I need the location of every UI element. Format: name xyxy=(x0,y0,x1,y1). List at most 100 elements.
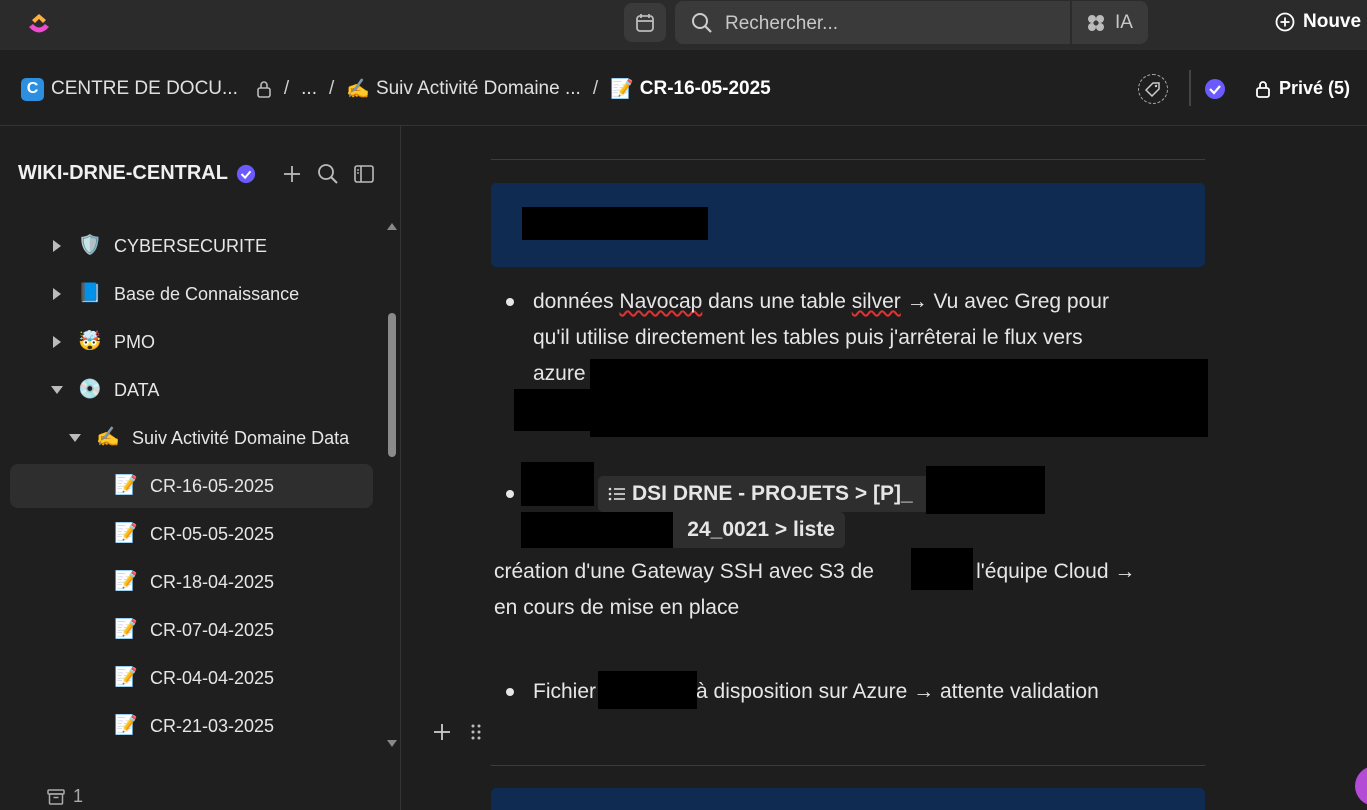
redacted-block xyxy=(590,359,1208,437)
archive-count: 1 xyxy=(73,786,84,806)
sidebar-item-cr-07-04-2025[interactable]: 📝 CR-07-04-2025 xyxy=(0,608,380,652)
book-icon: 📘 xyxy=(78,283,102,304)
paragraph[interactable]: création d'une Gateway SSH avec S3 de par… xyxy=(494,554,1135,590)
sidebar-item-label: CR-07-04-2025 xyxy=(150,619,275,640)
breadcrumb-parent-emoji: ✍️ xyxy=(346,79,370,100)
redacted-block xyxy=(598,671,697,709)
breadcrumb-parent[interactable]: Suiv Activité Domaine ... xyxy=(376,78,581,100)
divider xyxy=(491,765,1205,766)
memo-icon: 📝 xyxy=(114,715,138,736)
redacted-block xyxy=(522,207,708,240)
privacy-label: Privé (5) xyxy=(1279,78,1351,98)
tag-button[interactable] xyxy=(1138,74,1168,104)
sidebar-item-cr-21-03-2025[interactable]: 📝 CR-21-03-2025 xyxy=(0,704,380,748)
redacted-block xyxy=(514,389,594,431)
drag-handle-icon[interactable] xyxy=(470,723,482,741)
ai-button[interactable]: IA xyxy=(1085,12,1133,34)
search-icon xyxy=(692,13,712,33)
add-block-icon[interactable] xyxy=(432,722,452,742)
breadcrumb-separator: / xyxy=(328,78,335,99)
breadcrumb-ellipsis[interactable]: ... xyxy=(301,78,317,100)
privacy-button[interactable]: Privé (5) xyxy=(1255,78,1350,99)
heading-banner[interactable] xyxy=(491,788,1205,810)
bullet-marker xyxy=(506,298,514,306)
verified-badge-icon[interactable] xyxy=(1204,78,1226,105)
sidebar-item-base-de-connaissance[interactable]: 📘 Base de Connaissance xyxy=(0,272,380,316)
text-run: à disposition sur Azure → attente valida… xyxy=(696,680,1099,703)
sidebar-item-cr-04-04-2025[interactable]: 📝 CR-04-04-2025 xyxy=(0,656,380,700)
scroll-down-icon[interactable] xyxy=(387,740,397,747)
text-run: dans une table xyxy=(702,290,852,313)
sidebar-title[interactable]: WIKI-DRNE-CENTRAL xyxy=(18,162,228,185)
block-tools xyxy=(432,722,482,742)
sidebar-tools xyxy=(281,163,375,185)
sidebar-item-suiv-activite[interactable]: ✍️ Suiv Activité Domaine Data xyxy=(0,416,380,460)
divider xyxy=(491,159,1205,160)
breadcrumb-bar: C CENTRE DE DOCU... / ... / ✍️ Suiv Acti… xyxy=(0,50,1367,126)
search-placeholder[interactable]: Rechercher... xyxy=(725,13,838,35)
sidebar-item-label: DATA xyxy=(114,379,160,400)
memo-icon: 📝 xyxy=(114,571,138,592)
verified-badge-icon xyxy=(236,164,256,183)
clickup-logo-icon[interactable] xyxy=(26,10,52,36)
list-item[interactable]: données Navocap dans une table silver → … xyxy=(533,284,1109,320)
chevron-down-icon[interactable] xyxy=(51,386,63,394)
divider xyxy=(1070,1,1072,44)
exploding-head-icon: 🤯 xyxy=(78,331,102,352)
search-bar[interactable]: Rechercher... IA xyxy=(675,1,1148,44)
chevron-right-icon[interactable] xyxy=(53,288,61,300)
breadcrumb-separator: / xyxy=(592,78,599,99)
chevron-right-icon[interactable] xyxy=(53,336,61,348)
search-icon[interactable] xyxy=(317,163,339,185)
sidebar-item-cybersecurite[interactable]: 🛡️ CYBERSECURITE xyxy=(0,224,380,268)
calendar-button[interactable] xyxy=(624,3,666,42)
archive-icon xyxy=(47,788,65,805)
sidebar-item-label: Base de Connaissance xyxy=(114,283,300,304)
sidebar-item-cr-18-04-2025[interactable]: 📝 CR-18-04-2025 xyxy=(0,560,380,604)
memo-icon: 📝 xyxy=(114,667,138,688)
sidebar-header: WIKI-DRNE-CENTRAL xyxy=(18,162,256,185)
plus-circle-icon xyxy=(1275,12,1295,32)
breadcrumb-space[interactable]: CENTRE DE DOCU... xyxy=(51,78,238,100)
new-label: Nouve xyxy=(1303,11,1362,32)
divider xyxy=(1189,70,1191,106)
sidebar-item-label: CR-18-04-2025 xyxy=(150,571,275,592)
scrollbar-thumb[interactable] xyxy=(388,313,396,457)
list-icon xyxy=(608,487,625,501)
space-badge-icon: C xyxy=(21,77,44,101)
breadcrumb-current[interactable]: CR-16-05-2025 xyxy=(640,78,771,100)
bullet-marker xyxy=(506,688,514,696)
sidebar-toggle-icon[interactable] xyxy=(353,163,375,185)
misspelled-word[interactable]: Navocap xyxy=(619,290,702,313)
text-run: données xyxy=(533,290,620,313)
scroll-up-icon[interactable] xyxy=(387,223,397,230)
chevron-down-icon[interactable] xyxy=(69,434,81,442)
sidebar-scrollbar[interactable] xyxy=(386,220,398,750)
sidebar-item-pmo[interactable]: 🤯 PMO xyxy=(0,320,380,364)
sidebar-item-cr-16-05-2025[interactable]: 📝 CR-16-05-2025 xyxy=(10,464,373,508)
sidebar-item-label: CR-05-05-2025 xyxy=(150,523,275,544)
task-link-chip[interactable]: DSI DRNE - PROJETS > [P]_ xyxy=(598,476,933,512)
sidebar-item-label: PMO xyxy=(114,331,156,352)
disc-icon: 💿 xyxy=(78,379,102,400)
redacted-block xyxy=(521,512,673,548)
tag-icon xyxy=(1145,82,1160,97)
sidebar-item-label: Suiv Activité Domaine Data xyxy=(132,427,350,448)
shield-icon: 🛡️ xyxy=(78,235,102,256)
misspelled-word[interactable]: silver xyxy=(852,290,901,313)
archive-button[interactable]: 1 xyxy=(47,786,83,807)
new-button[interactable]: Nouve xyxy=(1275,11,1361,33)
sidebar-item-label: CYBERSECURITE xyxy=(114,235,268,256)
breadcrumb-current-emoji: 📝 xyxy=(610,79,634,100)
memo-icon: 📝 xyxy=(114,523,138,544)
ai-label: IA xyxy=(1115,12,1133,33)
add-icon[interactable] xyxy=(281,163,303,185)
sidebar-item-data[interactable]: 💿 DATA xyxy=(0,368,380,412)
sidebar-item-cr-05-05-2025[interactable]: 📝 CR-05-05-2025 xyxy=(0,512,380,556)
lock-icon xyxy=(257,81,271,98)
chevron-right-icon[interactable] xyxy=(53,240,61,252)
text-run: Fichier xyxy=(533,680,597,703)
text-run: création d'une Gateway SSH avec S3 de xyxy=(494,560,874,583)
calendar-icon xyxy=(636,13,654,32)
lock-icon xyxy=(1256,80,1270,98)
